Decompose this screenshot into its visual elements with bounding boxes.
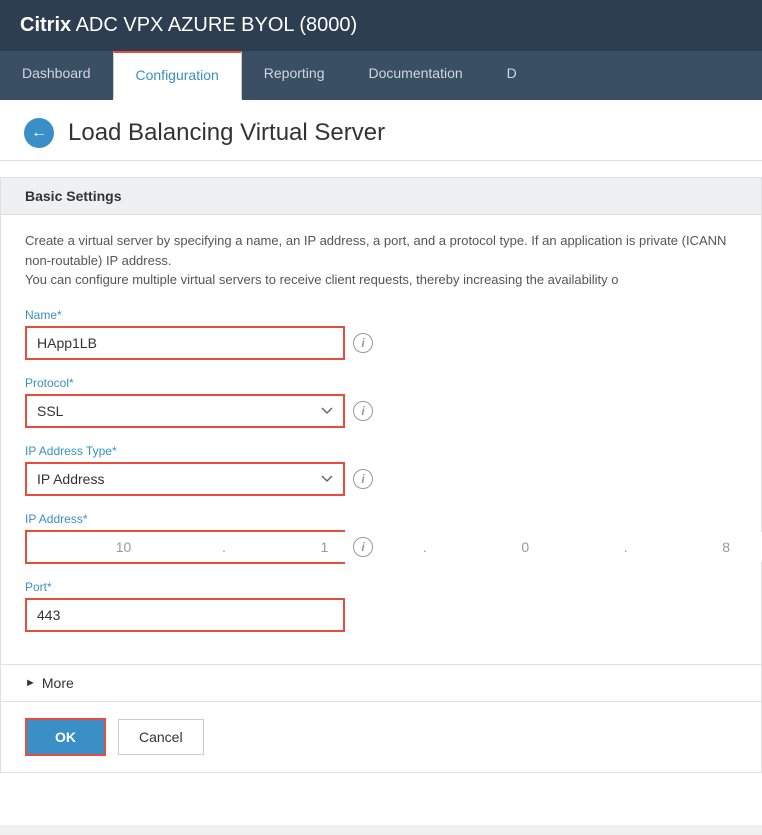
- ip-address-type-label: IP Address Type*: [25, 444, 737, 458]
- name-field-group: Name* i: [25, 308, 737, 360]
- protocol-label: Protocol*: [25, 376, 737, 390]
- ip-address-type-select[interactable]: IP Address Non Addressable Wild Card: [25, 462, 345, 496]
- ip-octet-2[interactable]: [228, 532, 421, 562]
- ip-octet-1[interactable]: [27, 532, 220, 562]
- nav-item-reporting[interactable]: Reporting: [242, 51, 347, 100]
- ip-address-type-field-group: IP Address Type* IP Address Non Addressa…: [25, 444, 737, 496]
- ip-field-container: . . .: [25, 530, 345, 564]
- header: Citrix ADC VPX AZURE BYOL (8000): [0, 0, 762, 51]
- cancel-button[interactable]: Cancel: [118, 719, 204, 755]
- page-title: Load Balancing Virtual Server: [68, 119, 385, 147]
- ok-button[interactable]: OK: [25, 718, 106, 756]
- ip-octet-3[interactable]: [429, 532, 622, 562]
- section-title: Basic Settings: [1, 178, 761, 215]
- brand-product: ADC VPX AZURE BYOL (8000): [71, 14, 357, 36]
- ip-address-info-icon[interactable]: i: [353, 537, 373, 557]
- nav-item-documentation[interactable]: Documentation: [346, 51, 484, 100]
- protocol-field-row: SSL HTTP HTTPS TCP UDP i: [25, 394, 737, 428]
- ip-address-label: IP Address*: [25, 512, 737, 526]
- page-content: ← Load Balancing Virtual Server Basic Se…: [0, 100, 762, 825]
- name-input[interactable]: [25, 326, 345, 360]
- brand-citrix: Citrix: [20, 14, 71, 36]
- page-header: ← Load Balancing Virtual Server: [0, 100, 762, 161]
- brand: Citrix ADC VPX AZURE BYOL (8000): [20, 14, 357, 37]
- ip-dot-1: .: [220, 539, 228, 555]
- nav-item-more[interactable]: D: [485, 51, 539, 100]
- section-description: Create a virtual server by specifying a …: [25, 231, 737, 290]
- more-arrow-icon: ►: [25, 677, 36, 689]
- name-field-row: i: [25, 326, 737, 360]
- more-label: More: [42, 675, 74, 691]
- nav-item-dashboard[interactable]: Dashboard: [0, 51, 113, 100]
- name-label: Name*: [25, 308, 737, 322]
- ip-address-field-group: IP Address* . . . i: [25, 512, 737, 564]
- ip-octet-4[interactable]: [630, 532, 762, 562]
- name-info-icon[interactable]: i: [353, 333, 373, 353]
- footer-buttons: OK Cancel: [1, 701, 761, 772]
- ip-address-type-info-icon[interactable]: i: [353, 469, 373, 489]
- ip-address-type-field-row: IP Address Non Addressable Wild Card i: [25, 462, 737, 496]
- port-input[interactable]: [25, 598, 345, 632]
- back-button[interactable]: ←: [24, 118, 54, 148]
- protocol-info-icon[interactable]: i: [353, 401, 373, 421]
- port-field-group: Port*: [25, 580, 737, 632]
- main-nav: Dashboard Configuration Reporting Docume…: [0, 51, 762, 100]
- more-section[interactable]: ► More: [1, 664, 761, 701]
- ip-address-field-row: . . . i: [25, 530, 737, 564]
- nav-item-configuration[interactable]: Configuration: [113, 51, 242, 100]
- port-field-row: [25, 598, 737, 632]
- port-label: Port*: [25, 580, 737, 594]
- protocol-field-group: Protocol* SSL HTTP HTTPS TCP UDP i: [25, 376, 737, 428]
- ip-dot-3: .: [622, 539, 630, 555]
- protocol-select[interactable]: SSL HTTP HTTPS TCP UDP: [25, 394, 345, 428]
- section-body: Create a virtual server by specifying a …: [1, 215, 761, 664]
- ip-dot-2: .: [421, 539, 429, 555]
- basic-settings-section: Basic Settings Create a virtual server b…: [0, 177, 762, 773]
